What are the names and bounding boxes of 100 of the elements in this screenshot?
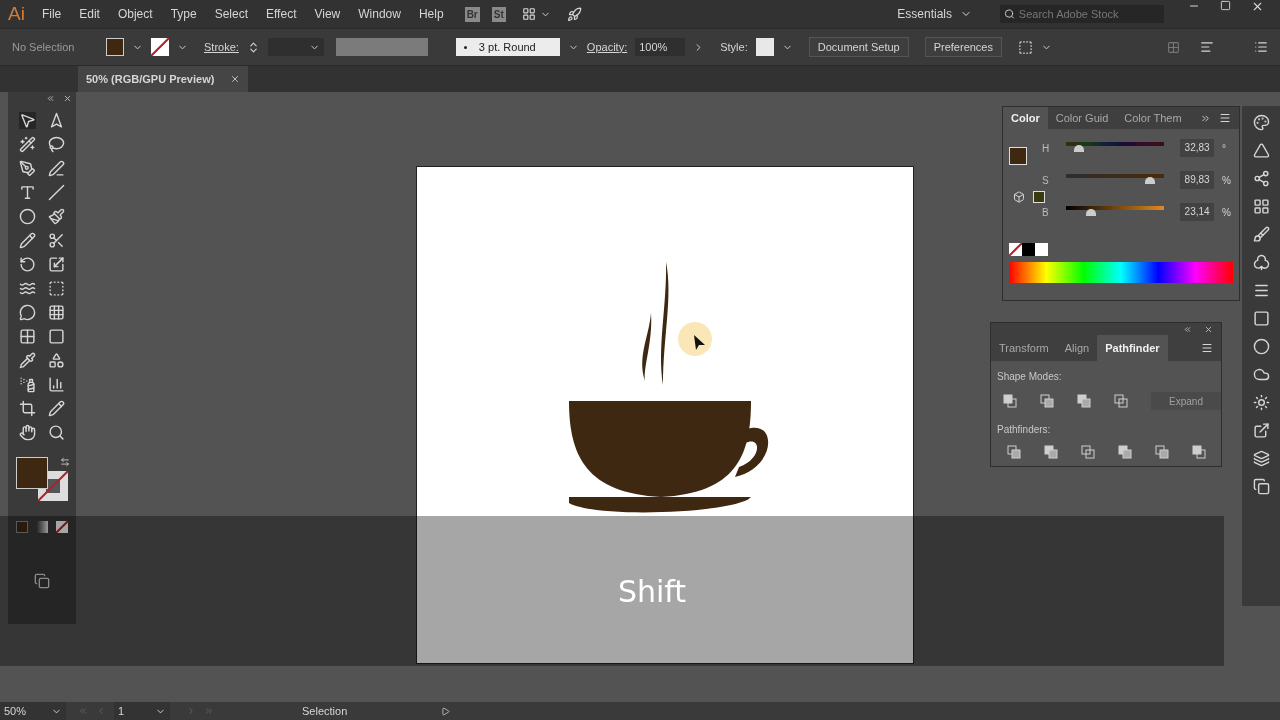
panel-menu-icon[interactable] (1219, 112, 1231, 124)
distribute-icon[interactable] (1200, 40, 1214, 54)
direct-selection-tool-icon[interactable] (48, 112, 65, 129)
palette-icon[interactable] (1252, 114, 1270, 131)
document-tab[interactable]: 50% (RGB/GPU Preview) (78, 66, 249, 92)
pathfinder-icon[interactable] (1192, 445, 1206, 459)
graph-icon[interactable] (48, 376, 65, 393)
default-swatch[interactable] (1022, 243, 1035, 256)
scissors-icon[interactable] (48, 232, 65, 249)
graph-node-icon[interactable] (1252, 170, 1270, 187)
menu-item[interactable]: Type (161, 5, 206, 23)
libraries-icon[interactable] (1252, 366, 1270, 383)
perspective-grid-icon[interactable] (48, 304, 65, 321)
toolbar-button[interactable]: Preferences (924, 37, 1002, 57)
panel-menu-icon[interactable] (1254, 40, 1268, 54)
workspace-switcher[interactable]: Essentials (885, 5, 984, 23)
collapse-icon[interactable] (1183, 324, 1192, 334)
slider-thumb[interactable] (1145, 177, 1156, 184)
type-icon[interactable] (19, 184, 36, 201)
pen-icon[interactable] (19, 160, 36, 177)
menu-item[interactable]: Edit (70, 5, 109, 23)
symbol-sprayer-icon[interactable] (19, 376, 36, 393)
transform-icon[interactable] (1018, 39, 1033, 55)
maximize-icon[interactable] (1220, 0, 1231, 11)
pathfinder-icon[interactable] (1155, 445, 1169, 459)
brush-field[interactable]: 3 pt. Round (455, 38, 560, 56)
play-icon[interactable] (441, 706, 451, 716)
layout-icon[interactable] (521, 7, 536, 21)
value-field[interactable]: 23,14 (1180, 203, 1215, 221)
artboards-icon[interactable] (1252, 478, 1270, 495)
line-icon[interactable] (48, 184, 65, 201)
artboard-field[interactable]: 1 (114, 702, 170, 720)
fill-swatch[interactable] (16, 457, 48, 489)
align-icon[interactable] (1167, 40, 1180, 54)
zoom-field[interactable]: 50% (0, 702, 66, 720)
slider-thumb[interactable] (1074, 145, 1084, 152)
menu-item[interactable]: Effect (257, 5, 306, 23)
close-icon[interactable] (1251, 0, 1264, 13)
value-field[interactable]: 89,83 (1180, 171, 1215, 189)
pathfinder-icon[interactable] (1114, 394, 1128, 408)
artboard-icon[interactable] (19, 400, 36, 417)
color-spectrum[interactable] (1009, 262, 1233, 283)
scale-icon[interactable] (48, 256, 65, 273)
none-mode-swatch[interactable] (56, 521, 68, 533)
free-transform-icon[interactable] (48, 280, 65, 297)
default-swatch[interactable] (1035, 243, 1048, 256)
value-field[interactable]: 32,83 (1180, 139, 1215, 157)
selection-tool-icon[interactable] (19, 112, 36, 129)
rocket-icon[interactable] (566, 6, 582, 22)
panel-tab[interactable]: Pathfinder (1097, 335, 1168, 361)
export-icon[interactable] (1252, 422, 1270, 439)
brushes-icon[interactable] (1252, 226, 1270, 243)
pathfinder-icon[interactable] (1040, 394, 1054, 408)
panel-menu-icon[interactable] (1201, 342, 1213, 354)
fill-swatch[interactable] (106, 38, 124, 56)
stroke-icon[interactable] (1252, 282, 1270, 299)
stroke-weight-field[interactable] (267, 38, 324, 56)
pathfinder-icon[interactable] (1007, 445, 1021, 459)
symbols-icon[interactable] (1252, 254, 1270, 271)
close-icon[interactable] (1204, 324, 1213, 334)
layers-icon[interactable] (1252, 450, 1270, 467)
color-mode-swatch[interactable] (16, 521, 28, 533)
slider-thumb[interactable] (1086, 209, 1097, 216)
toolbar-button[interactable]: Document Setup (808, 37, 909, 57)
menu-item[interactable]: Window (349, 5, 410, 23)
warp-icon[interactable] (19, 280, 36, 297)
pathfinder-icon[interactable] (1077, 394, 1091, 408)
pathfinder-icon[interactable] (1081, 445, 1095, 459)
magic-wand-icon[interactable] (19, 136, 36, 153)
menu-item[interactable]: File (32, 5, 71, 23)
stock-icon[interactable]: St (491, 6, 506, 22)
none-swatch[interactable] (1009, 243, 1022, 256)
close-icon[interactable] (63, 93, 72, 103)
menu-item[interactable]: View (305, 5, 350, 23)
color-slider[interactable] (1066, 174, 1165, 186)
fill-swatch[interactable] (1009, 147, 1027, 165)
pathfinder-icon[interactable] (1003, 394, 1017, 408)
rotate-icon[interactable] (19, 256, 36, 273)
mesh-icon[interactable] (19, 328, 36, 345)
swatches-icon[interactable] (1252, 198, 1270, 215)
swap-icon[interactable] (60, 457, 70, 467)
pathfinder-icon[interactable] (1044, 445, 1058, 459)
color-swatch-icon[interactable] (1013, 191, 1025, 203)
menu-item[interactable]: Select (205, 5, 257, 23)
paintbrush-icon[interactable] (48, 208, 65, 225)
color-slider[interactable] (1066, 206, 1165, 218)
screen-mode-icon[interactable] (34, 573, 50, 589)
panel-tab[interactable]: Color (1003, 107, 1048, 129)
zoom-icon[interactable] (48, 424, 65, 441)
style-swatch[interactable] (755, 38, 774, 56)
eyedropper-icon[interactable] (19, 352, 36, 369)
stroke-none-swatch[interactable] (151, 38, 169, 56)
pathfinder-icon[interactable] (1118, 445, 1132, 459)
color-slider[interactable] (1066, 142, 1165, 154)
bridge-icon[interactable]: Br (464, 6, 480, 22)
menu-item[interactable]: Object (108, 5, 162, 23)
pencil-icon[interactable] (19, 232, 36, 249)
menu-item[interactable]: Help (409, 5, 453, 23)
lasso-icon[interactable] (48, 136, 65, 153)
appearance-icon[interactable] (1252, 394, 1270, 411)
